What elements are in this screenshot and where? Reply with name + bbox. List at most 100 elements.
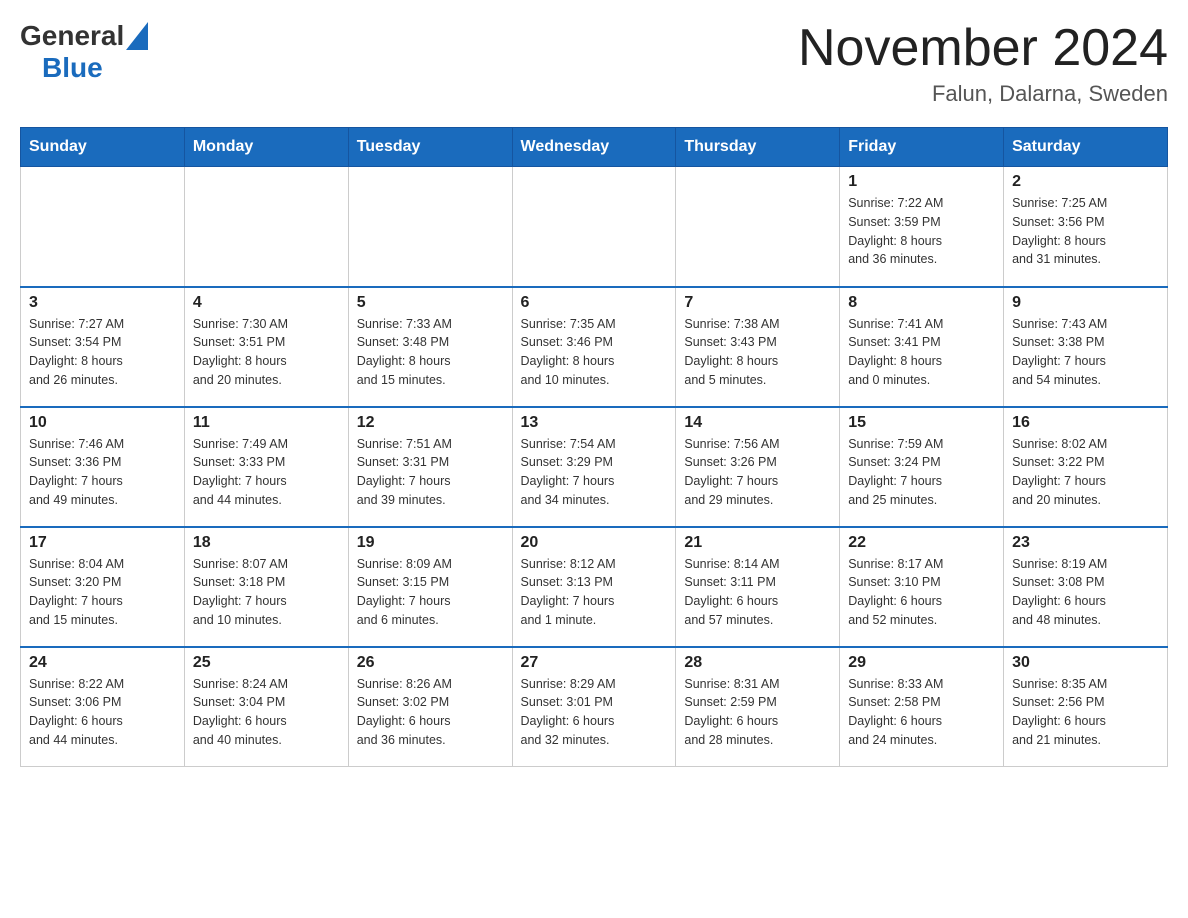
calendar-cell: 16Sunrise: 8:02 AMSunset: 3:22 PMDayligh…: [1004, 407, 1168, 527]
day-number: 12: [357, 414, 504, 432]
calendar-cell: 14 Sunrise: 7:56 AMSunset: 3:26 PMDayligh…: [676, 407, 840, 527]
day-info: Sunrise: 8:22 AMSunset: 3:06 PMDaylight:…: [29, 675, 176, 750]
day-number: 4: [193, 294, 340, 312]
day-info: Sunrise: 8:35 AMSunset: 2:56 PMDaylight:…: [1012, 675, 1159, 750]
calendar-day-header: Tuesday: [348, 128, 512, 167]
calendar-table: SundayMondayTuesdayWednesdayThursdayFrid…: [20, 127, 1168, 767]
calendar-day-header: Wednesday: [512, 128, 676, 167]
logo-general-text: General: [20, 20, 124, 52]
day-number: 6: [521, 294, 668, 312]
title-block: November 2024 Falun, Dalarna, Sweden: [798, 20, 1168, 107]
calendar-cell: 12 Sunrise: 7:51 AMSunset: 3:31 PMDayligh…: [348, 407, 512, 527]
calendar-cell: 29 Sunrise: 8:33 AMSunset: 2:58 PMDayligh…: [840, 647, 1004, 767]
day-number: 19: [357, 534, 504, 552]
day-number: 25: [193, 654, 340, 672]
calendar-cell: 10Sunrise: 7:46 AMSunset: 3:36 PMDayligh…: [21, 407, 185, 527]
calendar-cell: 17Sunrise: 8:04 AMSunset: 3:20 PMDayligh…: [21, 527, 185, 647]
month-title: November 2024: [798, 20, 1168, 77]
calendar-cell: 15 Sunrise: 7:59 AMSunset: 3:24 PMDayligh…: [840, 407, 1004, 527]
calendar-day-header: Saturday: [1004, 128, 1168, 167]
calendar-cell: [184, 167, 348, 287]
calendar-cell: 25 Sunrise: 8:24 AMSunset: 3:04 PMDayligh…: [184, 647, 348, 767]
calendar-week-row: 3 Sunrise: 7:27 AMSunset: 3:54 PMDaylight…: [21, 287, 1168, 407]
day-info: Sunrise: 7:38 AMSunset: 3:43 PMDaylight:…: [684, 315, 831, 390]
day-number: 23: [1012, 534, 1159, 552]
day-info: Sunrise: 8:33 AMSunset: 2:58 PMDaylight:…: [848, 675, 995, 750]
day-number: 29: [848, 654, 995, 672]
calendar-cell: 11Sunrise: 7:49 AMSunset: 3:33 PMDayligh…: [184, 407, 348, 527]
day-info: Sunrise: 8:14 AMSunset: 3:11 PMDaylight:…: [684, 555, 831, 630]
day-number: 16: [1012, 414, 1159, 432]
calendar-week-row: 1Sunrise: 7:22 AMSunset: 3:59 PMDaylight…: [21, 167, 1168, 287]
calendar-cell: 3 Sunrise: 7:27 AMSunset: 3:54 PMDaylight…: [21, 287, 185, 407]
calendar-cell: 13 Sunrise: 7:54 AMSunset: 3:29 PMDayligh…: [512, 407, 676, 527]
day-info: Sunrise: 7:35 AMSunset: 3:46 PMDaylight:…: [521, 315, 668, 390]
calendar-cell: 7 Sunrise: 7:38 AMSunset: 3:43 PMDaylight…: [676, 287, 840, 407]
logo-triangle-icon: [126, 22, 148, 50]
calendar-cell: 30 Sunrise: 8:35 AMSunset: 2:56 PMDayligh…: [1004, 647, 1168, 767]
day-number: 8: [848, 294, 995, 312]
calendar-cell: [512, 167, 676, 287]
calendar-cell: 24Sunrise: 8:22 AMSunset: 3:06 PMDayligh…: [21, 647, 185, 767]
day-info: Sunrise: 8:24 AMSunset: 3:04 PMDaylight:…: [193, 675, 340, 750]
day-number: 20: [521, 534, 668, 552]
day-info: Sunrise: 8:07 AMSunset: 3:18 PMDaylight:…: [193, 555, 340, 630]
day-number: 21: [684, 534, 831, 552]
day-info: Sunrise: 7:25 AMSunset: 3:56 PMDaylight:…: [1012, 194, 1159, 269]
calendar-cell: 22 Sunrise: 8:17 AMSunset: 3:10 PMDayligh…: [840, 527, 1004, 647]
day-number: 18: [193, 534, 340, 552]
calendar-cell: 28Sunrise: 8:31 AMSunset: 2:59 PMDayligh…: [676, 647, 840, 767]
calendar-cell: 26 Sunrise: 8:26 AMSunset: 3:02 PMDayligh…: [348, 647, 512, 767]
day-info: Sunrise: 7:46 AMSunset: 3:36 PMDaylight:…: [29, 435, 176, 510]
day-info: Sunrise: 8:17 AMSunset: 3:10 PMDaylight:…: [848, 555, 995, 630]
calendar-cell: 21 Sunrise: 8:14 AMSunset: 3:11 PMDayligh…: [676, 527, 840, 647]
day-number: 3: [29, 294, 176, 312]
day-number: 15: [848, 414, 995, 432]
calendar-cell: 27 Sunrise: 8:29 AMSunset: 3:01 PMDayligh…: [512, 647, 676, 767]
day-number: 27: [521, 654, 668, 672]
day-info: Sunrise: 7:54 AMSunset: 3:29 PMDaylight:…: [521, 435, 668, 510]
logo: General Blue: [20, 20, 148, 84]
day-number: 22: [848, 534, 995, 552]
day-info: Sunrise: 7:33 AMSunset: 3:48 PMDaylight:…: [357, 315, 504, 390]
day-info: Sunrise: 8:29 AMSunset: 3:01 PMDaylight:…: [521, 675, 668, 750]
day-number: 30: [1012, 654, 1159, 672]
calendar-week-row: 10Sunrise: 7:46 AMSunset: 3:36 PMDayligh…: [21, 407, 1168, 527]
calendar-day-header: Thursday: [676, 128, 840, 167]
day-info: Sunrise: 8:31 AMSunset: 2:59 PMDaylight:…: [684, 675, 831, 750]
calendar-week-row: 17Sunrise: 8:04 AMSunset: 3:20 PMDayligh…: [21, 527, 1168, 647]
calendar-cell: 5 Sunrise: 7:33 AMSunset: 3:48 PMDaylight…: [348, 287, 512, 407]
calendar-cell: 9Sunrise: 7:43 AMSunset: 3:38 PMDaylight…: [1004, 287, 1168, 407]
day-number: 9: [1012, 294, 1159, 312]
day-number: 5: [357, 294, 504, 312]
location-text: Falun, Dalarna, Sweden: [798, 81, 1168, 107]
calendar-cell: 20Sunrise: 8:12 AMSunset: 3:13 PMDayligh…: [512, 527, 676, 647]
calendar-day-header: Monday: [184, 128, 348, 167]
day-info: Sunrise: 7:51 AMSunset: 3:31 PMDaylight:…: [357, 435, 504, 510]
calendar-cell: [676, 167, 840, 287]
day-number: 2: [1012, 173, 1159, 191]
day-info: Sunrise: 7:27 AMSunset: 3:54 PMDaylight:…: [29, 315, 176, 390]
day-info: Sunrise: 7:30 AMSunset: 3:51 PMDaylight:…: [193, 315, 340, 390]
day-info: Sunrise: 8:26 AMSunset: 3:02 PMDaylight:…: [357, 675, 504, 750]
calendar-cell: 19 Sunrise: 8:09 AMSunset: 3:15 PMDayligh…: [348, 527, 512, 647]
calendar-header-row: SundayMondayTuesdayWednesdayThursdayFrid…: [21, 128, 1168, 167]
calendar-cell: 2 Sunrise: 7:25 AMSunset: 3:56 PMDaylight…: [1004, 167, 1168, 287]
day-info: Sunrise: 7:59 AMSunset: 3:24 PMDaylight:…: [848, 435, 995, 510]
day-number: 1: [848, 173, 995, 191]
calendar-cell: 18 Sunrise: 8:07 AMSunset: 3:18 PMDayligh…: [184, 527, 348, 647]
calendar-cell: 8Sunrise: 7:41 AMSunset: 3:41 PMDaylight…: [840, 287, 1004, 407]
day-number: 26: [357, 654, 504, 672]
day-number: 14: [684, 414, 831, 432]
day-info: Sunrise: 7:56 AMSunset: 3:26 PMDaylight:…: [684, 435, 831, 510]
day-info: Sunrise: 7:49 AMSunset: 3:33 PMDaylight:…: [193, 435, 340, 510]
calendar-cell: 1Sunrise: 7:22 AMSunset: 3:59 PMDaylight…: [840, 167, 1004, 287]
calendar-day-header: Friday: [840, 128, 1004, 167]
calendar-cell: 6 Sunrise: 7:35 AMSunset: 3:46 PMDaylight…: [512, 287, 676, 407]
day-number: 7: [684, 294, 831, 312]
calendar-week-row: 24Sunrise: 8:22 AMSunset: 3:06 PMDayligh…: [21, 647, 1168, 767]
calendar-cell: 23Sunrise: 8:19 AMSunset: 3:08 PMDayligh…: [1004, 527, 1168, 647]
day-number: 13: [521, 414, 668, 432]
calendar-day-header: Sunday: [21, 128, 185, 167]
day-info: Sunrise: 8:09 AMSunset: 3:15 PMDaylight:…: [357, 555, 504, 630]
